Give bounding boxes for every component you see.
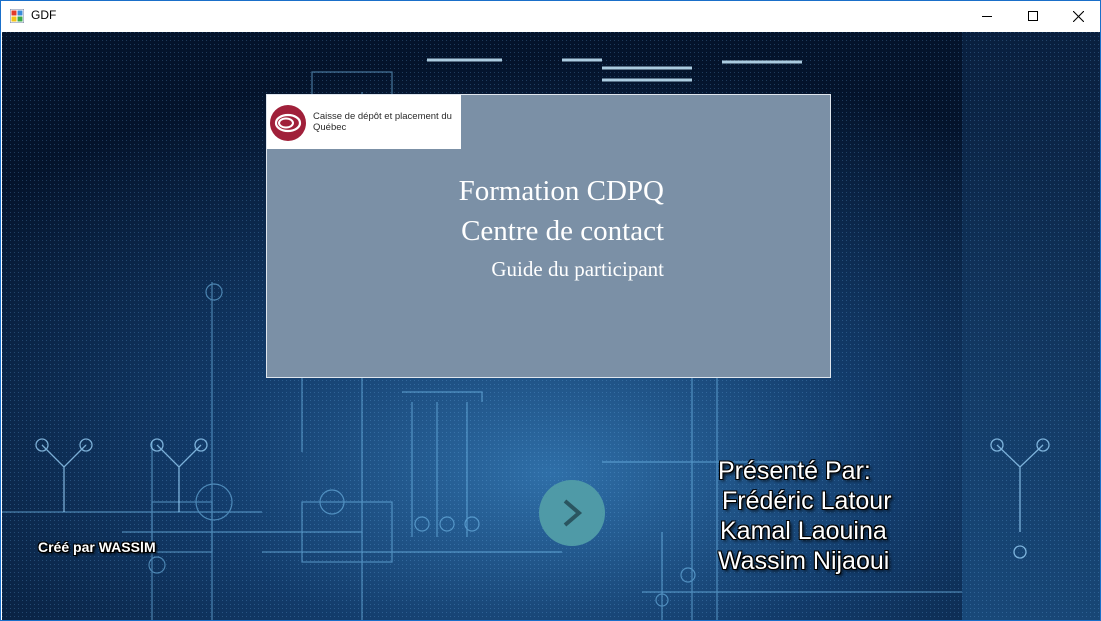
chevron-right-icon <box>563 499 583 527</box>
created-by-label: Créé par WASSⅠM <box>38 539 156 555</box>
minimize-button[interactable] <box>964 1 1010 31</box>
presenters-block: Présenté Par: Frédéric Latour Kamal Laou… <box>718 456 892 576</box>
presenter-name: Kamal Laouina <box>720 517 887 545</box>
title-bar[interactable]: GDF <box>1 1 1100 31</box>
maximize-icon <box>1028 11 1038 21</box>
cdpq-logo: Caisse de dépôt et placement du Québec <box>267 95 461 149</box>
app-icon <box>10 9 24 23</box>
maximize-button[interactable] <box>1010 1 1056 31</box>
window-title: GDF <box>31 8 57 22</box>
presenter-name: Frédéric Latour <box>722 487 892 515</box>
close-button[interactable] <box>1055 1 1100 31</box>
slide-title: Formation CDPQ <box>458 175 664 207</box>
presenters-heading: Présenté Par: <box>718 457 871 485</box>
close-icon <box>1072 10 1084 22</box>
title-card: Caisse de dépôt et placement du Québec F… <box>266 94 831 378</box>
title-block: Formation CDPQ Centre de contact Guide d… <box>459 171 664 283</box>
slide-title-line2: Centre de contact <box>461 215 664 247</box>
presenter-name: Wassim Nijaoui <box>718 547 890 575</box>
logo-text: Caisse de dépôt et placement du Québec <box>313 111 452 133</box>
next-button[interactable] <box>539 480 605 546</box>
minimize-icon <box>982 16 992 17</box>
app-window: GDF Caisse de dépôt et placement du Québ… <box>0 0 1101 621</box>
slide-subtitle: Guide du participant <box>491 257 664 281</box>
cdpq-logo-icon <box>270 105 306 141</box>
slide-area: Caisse de dépôt et placement du Québec F… <box>2 32 1100 620</box>
